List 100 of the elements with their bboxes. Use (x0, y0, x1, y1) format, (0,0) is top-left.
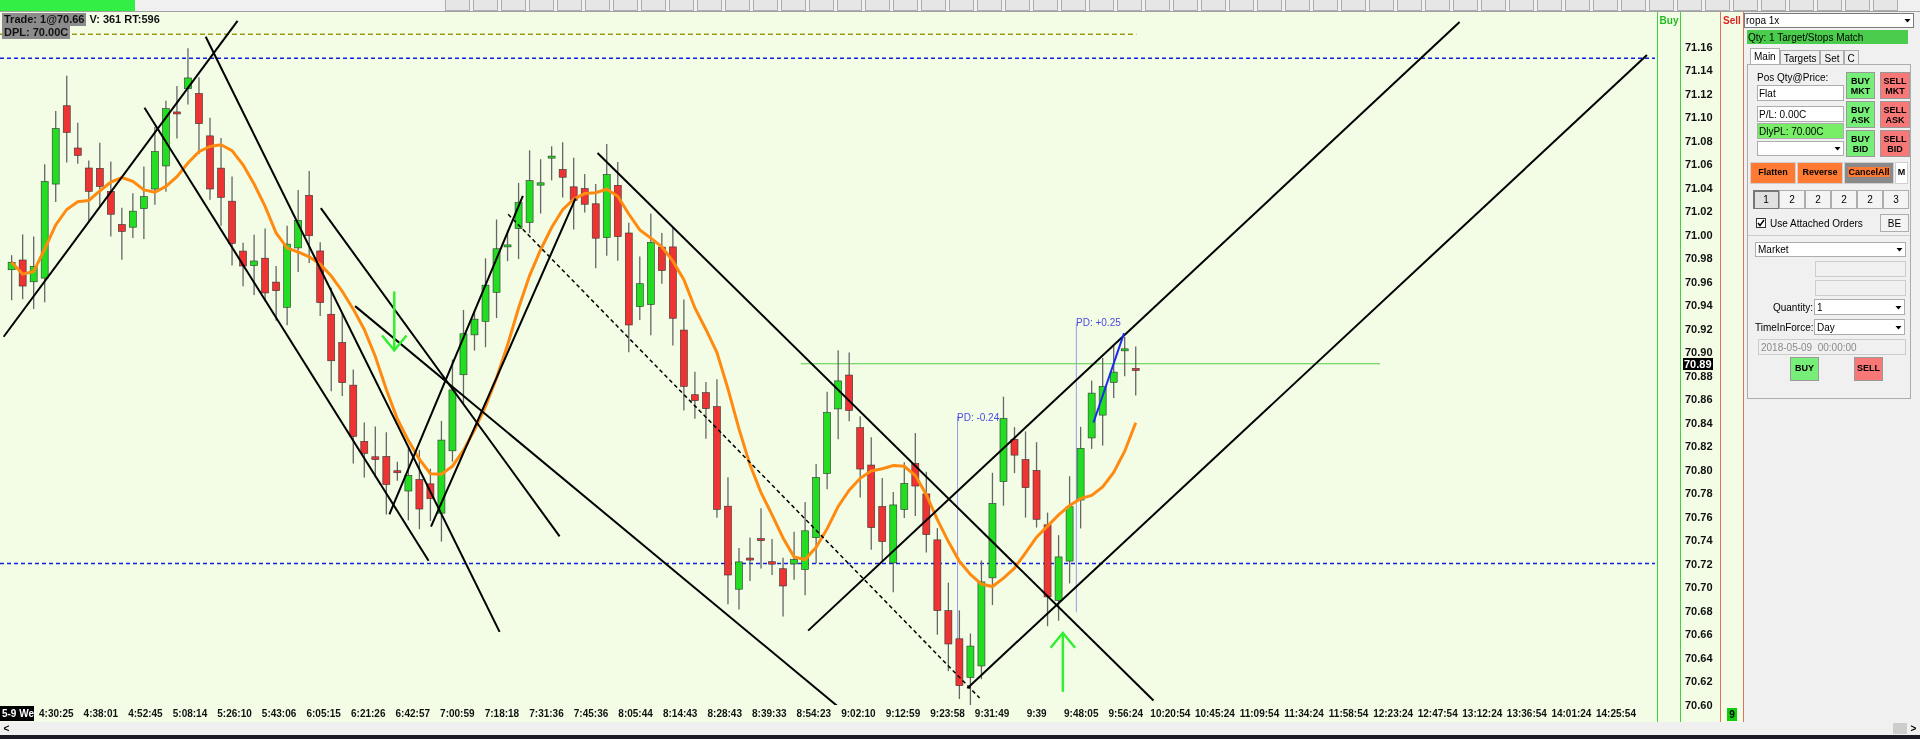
buy-button[interactable]: BUY ASK (1846, 101, 1875, 128)
toolbar-button[interactable] (865, 0, 890, 11)
toolbar-button[interactable] (1873, 0, 1898, 11)
toolbar-button[interactable] (1705, 0, 1730, 11)
toolbar-button[interactable] (921, 0, 946, 11)
order-type-dropdown[interactable]: Market (1755, 242, 1906, 257)
toolbar-button[interactable] (585, 0, 610, 11)
toolbar-button[interactable] (1621, 0, 1646, 11)
toolbar-button[interactable] (1033, 0, 1058, 11)
buy-button[interactable]: BUY BID (1846, 130, 1875, 157)
order-action-button[interactable]: CancelAll (1844, 162, 1894, 184)
toolbar-button[interactable] (1089, 0, 1114, 11)
toolbar-button[interactable] (529, 0, 554, 11)
price-label: 71.10 (1685, 111, 1713, 123)
toolbar-button[interactable] (1817, 0, 1842, 11)
sell-button[interactable]: SELL ASK (1880, 101, 1910, 128)
order-action-button[interactable]: Flatten (1750, 162, 1796, 184)
toolbar-button[interactable] (697, 0, 722, 11)
scroll-right-button[interactable]: > (1907, 721, 1920, 736)
order-action-button[interactable]: M (1895, 162, 1908, 184)
toolbar-button[interactable] (501, 0, 526, 11)
quantity-tab[interactable]: 2 (1779, 190, 1805, 209)
panel-tab[interactable]: Targets (1779, 50, 1821, 64)
toolbar-button[interactable] (1061, 0, 1086, 11)
price-label: 70.64 (1685, 651, 1713, 664)
toolbar-button[interactable] (949, 0, 974, 11)
sell-button[interactable]: SELL BID (1880, 130, 1910, 157)
time-label: 12:23:24 (1372, 707, 1415, 721)
toolbar-button[interactable] (1733, 0, 1758, 11)
toolbar-button[interactable] (725, 0, 750, 11)
price-label: 70.60 (1685, 698, 1713, 711)
toolbar-button[interactable] (809, 0, 834, 11)
sell-header: Sell (1723, 14, 1741, 28)
toolbar-button[interactable] (1369, 0, 1394, 11)
toolbar-button[interactable] (781, 0, 806, 11)
empty-dropdown[interactable] (1757, 141, 1844, 156)
toolbar-button[interactable] (1677, 0, 1702, 11)
toolbar-button[interactable] (893, 0, 918, 11)
toolbar-button[interactable] (1341, 0, 1366, 11)
toolbar-button[interactable] (1005, 0, 1030, 11)
panel-tab[interactable]: Main (1750, 48, 1780, 64)
toolbar-button[interactable] (1173, 0, 1198, 11)
toolbar-button[interactable] (1117, 0, 1142, 11)
toolbar-button[interactable] (1593, 0, 1618, 11)
toolbar-button[interactable] (1313, 0, 1338, 11)
sell-button[interactable]: SELL MKT (1880, 72, 1910, 99)
toolbar-button[interactable] (473, 0, 498, 11)
toolbar-button[interactable] (1453, 0, 1478, 11)
toolbar-button[interactable] (1537, 0, 1562, 11)
submit-order-button[interactable]: BUY (1790, 357, 1819, 381)
time-label: 4:52:45 (127, 707, 164, 721)
toolbar-button[interactable] (641, 0, 666, 11)
toolbar-button[interactable] (1845, 0, 1870, 11)
quantity-tab[interactable]: 1 (1753, 190, 1779, 209)
toolbar-button[interactable] (1285, 0, 1310, 11)
time-label: 5:43:06 (260, 707, 298, 721)
toolbar-button[interactable] (1789, 0, 1814, 11)
toolbar-button[interactable] (1761, 0, 1786, 11)
account-dropdown[interactable]: ropa 1x (1744, 13, 1914, 28)
quantity-tab[interactable]: 3 (1883, 190, 1909, 209)
quantity-tab[interactable]: 2 (1857, 190, 1883, 209)
panel-tab[interactable]: Set (1820, 50, 1844, 64)
submit-order-button[interactable]: SELL (1854, 357, 1883, 381)
time-label: 6:42:57 (394, 707, 431, 721)
daily-pl-info: DPL: 70.00C (2, 26, 71, 39)
toolbar-button[interactable] (753, 0, 778, 11)
toolbar-button[interactable] (837, 0, 862, 11)
time-label: 7:45:36 (572, 707, 610, 721)
toolbar-button[interactable] (1145, 0, 1170, 11)
toolbar-button[interactable] (1481, 0, 1506, 11)
buy-button[interactable]: BUY MKT (1846, 72, 1875, 99)
price-label: 71.00 (1685, 228, 1713, 241)
toolbar-button[interactable] (445, 0, 470, 11)
quantity-tab[interactable]: 2 (1831, 190, 1857, 209)
quantity-tab[interactable]: 2 (1805, 190, 1831, 209)
time-label: 9:48:05 (1063, 707, 1100, 721)
toolbar-button[interactable] (1229, 0, 1254, 11)
toolbar-button[interactable] (557, 0, 582, 11)
toolbar-button[interactable] (1201, 0, 1226, 11)
order-action-button[interactable]: Reverse (1797, 162, 1843, 184)
attached-orders-checkbox[interactable] (1756, 218, 1766, 228)
quantity-dropdown[interactable]: 1 (1814, 299, 1905, 315)
toolbar-button[interactable] (1425, 0, 1450, 11)
toolbar-button[interactable] (1565, 0, 1590, 11)
time-label: 6:21:26 (350, 707, 387, 721)
toolbar-button[interactable] (1509, 0, 1534, 11)
toolbar-button[interactable] (1649, 0, 1674, 11)
toolbar-button[interactable] (1257, 0, 1282, 11)
time-label: 9:02:10 (840, 707, 877, 721)
buy-header: Buy (1659, 14, 1679, 26)
price-difference-label: PD: -0.24 (957, 411, 1000, 425)
be-button[interactable]: BE (1880, 214, 1909, 232)
price-label: 70.92 (1685, 322, 1713, 335)
scroll-left-button[interactable]: < (0, 721, 13, 736)
toolbar-button[interactable] (977, 0, 1002, 11)
toolbar-button[interactable] (669, 0, 694, 11)
toolbar-button[interactable] (613, 0, 638, 11)
toolbar-button[interactable] (1397, 0, 1422, 11)
time-in-force-dropdown[interactable]: Day (1814, 319, 1905, 335)
scrollbar-thumb[interactable] (1893, 723, 1907, 734)
